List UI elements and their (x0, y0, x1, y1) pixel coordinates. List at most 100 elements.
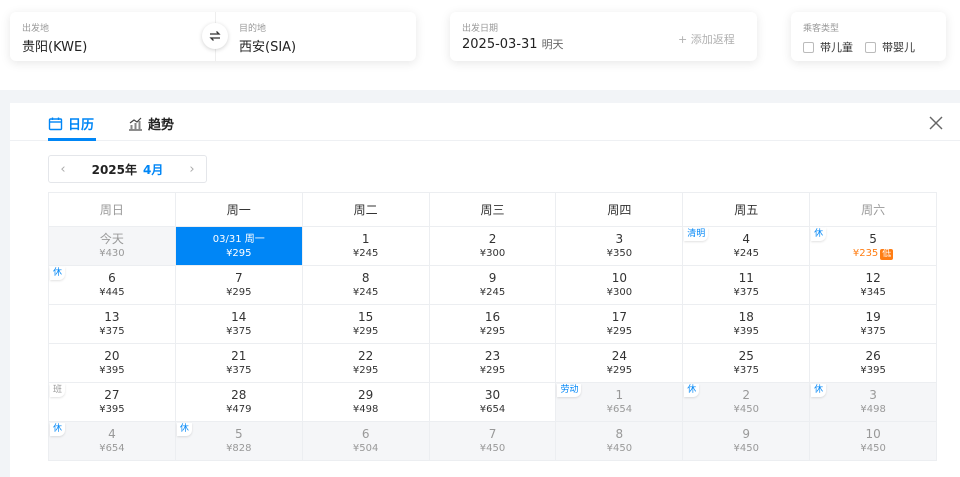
calendar-day-cell[interactable]: 22 ¥295 (302, 344, 430, 383)
calendar-day-cell[interactable]: 8 ¥245 (302, 266, 430, 305)
day-number: 14 (231, 310, 247, 324)
month-title: 2025年 4月 (77, 161, 178, 178)
calendar-week-row: 班 27 ¥395 28 ¥479 29 ¥498 30 ¥654 劳动 1 ¥654 休 2 ¥450 休 3… (49, 383, 938, 422)
day-price: ¥295 (606, 365, 633, 376)
calendar-day-cell[interactable]: 2 ¥300 (429, 227, 557, 266)
calendar-day-cell[interactable]: 10 ¥300 (556, 266, 684, 305)
day-price-wrap: ¥430 (99, 247, 124, 260)
calendar-day-cell[interactable]: 17 ¥295 (556, 305, 684, 344)
calendar-day-cell[interactable]: 劳动 1 ¥654 (556, 383, 684, 422)
calendar-day-cell[interactable]: 休 2 ¥450 (683, 383, 811, 422)
calendar-day-cell[interactable]: 10 ¥450 (810, 422, 938, 461)
day-price: ¥504 (352, 443, 379, 454)
day-price-wrap: ¥295 (226, 286, 251, 299)
year-label: 2025年 (91, 162, 138, 177)
calendar-day-cell[interactable]: 7 ¥295 (175, 266, 303, 305)
holiday-badge: 班 (50, 384, 66, 397)
calendar-day-cell[interactable]: 23 ¥295 (429, 344, 557, 383)
day-number: 1 (615, 388, 624, 402)
day-price: ¥498 (860, 404, 886, 415)
calendar-day-cell[interactable]: 1 ¥245 (302, 227, 430, 266)
calendar-day-cell[interactable]: 14 ¥375 (175, 305, 303, 344)
swap-icon (209, 31, 221, 41)
holiday-badge: 清明 (684, 228, 709, 241)
swap-cities-button[interactable] (202, 23, 228, 49)
day-price: ¥479 (226, 404, 252, 415)
calendar-day-cell[interactable]: 休 6 ¥445 (49, 266, 176, 305)
departure-field[interactable]: 贵阳(KWE) (22, 36, 87, 55)
with-infant-option[interactable]: 带婴儿 (865, 39, 915, 55)
calendar-day-cell[interactable]: 16 ¥295 (429, 305, 557, 344)
calendar-day-cell[interactable]: 休 3 ¥498 (810, 383, 938, 422)
calendar-day-cell[interactable]: 26 ¥395 (810, 344, 938, 383)
holiday-badge: 劳动 (557, 384, 582, 397)
weekday-label: 周六 (810, 193, 938, 227)
date-value: 2025-03-31 (462, 37, 538, 52)
calendar-tabs: 日历 趋势 (10, 103, 960, 141)
calendar-day-cell[interactable]: 20 ¥395 (49, 344, 176, 383)
with-child-checkbox[interactable] (803, 41, 814, 53)
with-child-option[interactable]: 带儿童 (803, 39, 853, 55)
tab-calendar[interactable]: 日历 (48, 114, 94, 133)
tab-trend[interactable]: 趋势 (128, 114, 174, 133)
weekday-label: 周三 (429, 193, 557, 227)
day-price: ¥654 (479, 404, 506, 415)
calendar-day-cell[interactable]: 18 ¥395 (683, 305, 811, 344)
prev-month-button[interactable]: ‹ (49, 156, 77, 182)
calendar-day-cell[interactable]: 3 ¥350 (556, 227, 684, 266)
day-price: ¥450 (860, 443, 886, 454)
day-number: 27 (104, 388, 120, 402)
calendar-day-cell[interactable]: 清明 4 ¥245 (683, 227, 811, 266)
day-price: ¥498 (352, 404, 379, 415)
add-return-link[interactable]: + 添加返程 (678, 31, 735, 47)
calendar-day-cell[interactable]: 28 ¥479 (175, 383, 303, 422)
day-price-wrap: ¥300 (480, 247, 505, 260)
calendar-day-cell[interactable]: 9 ¥245 (429, 266, 557, 305)
day-price-wrap: ¥375 (226, 325, 251, 338)
day-number: 8 (615, 427, 624, 441)
calendar-day-cell[interactable]: 12 ¥345 (810, 266, 938, 305)
day-price: ¥300 (606, 287, 633, 298)
day-number: 3 (869, 388, 877, 402)
calendar-day-cell[interactable]: 休 5 ¥828 (175, 422, 303, 461)
day-price: ¥235 (852, 248, 879, 259)
day-number: 1 (361, 232, 370, 246)
calendar-day-cell[interactable]: 19 ¥375 (810, 305, 938, 344)
calendar-day-cell[interactable]: 13 ¥375 (49, 305, 176, 344)
calendar-day-cell[interactable]: 30 ¥654 (429, 383, 557, 422)
day-number: 7 (488, 427, 497, 441)
day-price-wrap: ¥450 (860, 442, 885, 455)
next-month-button[interactable]: › (178, 156, 206, 182)
day-number: 10 (611, 271, 627, 285)
close-icon[interactable] (928, 115, 944, 131)
day-price-wrap: ¥498 (860, 403, 885, 416)
day-number: 17 (611, 310, 627, 324)
lowest-price-badge: 低 (880, 249, 894, 260)
calendar-day-cell[interactable]: 9 ¥450 (683, 422, 811, 461)
weekday-header: 周日 周一 周二 周三 周四 周五 周六 (49, 193, 938, 227)
with-child-label: 带儿童 (820, 41, 853, 54)
calendar-day-cell[interactable]: 24 ¥295 (556, 344, 684, 383)
arrival-field[interactable]: 西安(SIA) (239, 36, 296, 55)
with-infant-checkbox[interactable] (865, 41, 876, 53)
day-price-wrap: ¥654 (607, 403, 632, 416)
day-price-wrap: ¥654 (480, 403, 505, 416)
day-price-wrap: ¥828 (226, 442, 251, 455)
calendar-day-cell[interactable]: 8 ¥450 (556, 422, 684, 461)
calendar-day-cell[interactable]: 班 27 ¥395 (49, 383, 176, 422)
calendar-day-cell[interactable]: 25 ¥375 (683, 344, 811, 383)
calendar-day-cell[interactable]: 7 ¥450 (429, 422, 557, 461)
calendar-day-cell[interactable]: 15 ¥295 (302, 305, 430, 344)
calendar-week-row: 13 ¥375 14 ¥375 15 ¥295 16 ¥295 17 ¥295 18 ¥395 19 ¥3… (49, 305, 938, 344)
day-price-wrap: ¥295 (226, 247, 251, 260)
date-field[interactable]: 2025-03-31 明天 (462, 36, 564, 52)
calendar-day-cell[interactable]: 29 ¥498 (302, 383, 430, 422)
calendar-day-cell[interactable]: 6 ¥504 (302, 422, 430, 461)
day-price-wrap: ¥300 (607, 286, 632, 299)
calendar-day-cell[interactable]: 休 5 ¥235 低 (810, 227, 938, 266)
calendar-day-cell[interactable]: 11 ¥375 (683, 266, 811, 305)
calendar-day-cell[interactable]: 今天 ¥430 (49, 227, 176, 266)
calendar-day-cell-selected[interactable]: 03/31 周一 ¥295 (175, 227, 303, 266)
calendar-day-cell[interactable]: 21 ¥375 (175, 344, 303, 383)
calendar-day-cell[interactable]: 休 4 ¥654 (49, 422, 176, 461)
